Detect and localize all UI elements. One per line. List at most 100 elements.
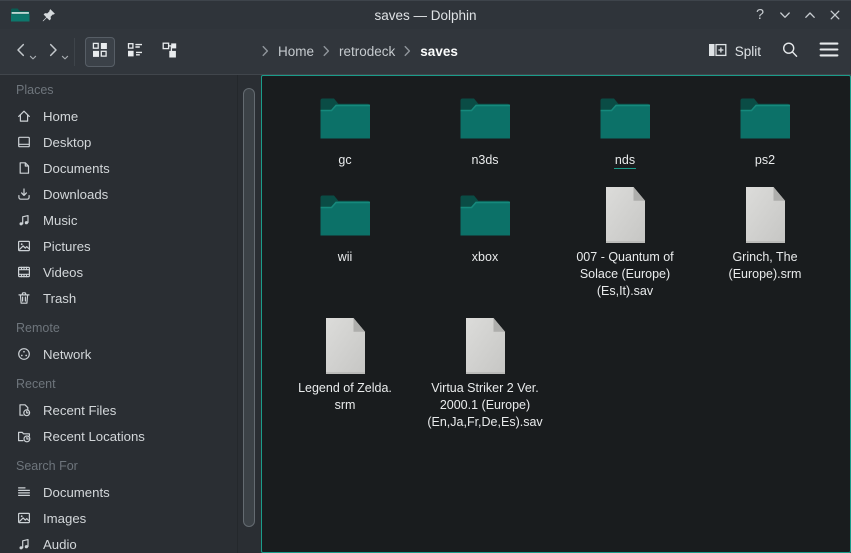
sidebar-item-pictures[interactable]: Pictures xyxy=(0,233,261,259)
item-label: wii xyxy=(338,249,353,266)
details-view-button[interactable] xyxy=(120,37,150,67)
sidebar-item-label: Home xyxy=(43,109,78,124)
sidebar-item-label: Audio xyxy=(43,537,77,552)
section-header-remote: Remote xyxy=(16,319,261,337)
sidebar-item-home[interactable]: Home xyxy=(0,103,261,129)
folder-icon xyxy=(457,88,513,148)
sidebar-item-audio[interactable]: Audio xyxy=(0,531,261,553)
sidebar-item-label: Downloads xyxy=(43,187,108,202)
toolbar-separator xyxy=(74,38,75,66)
folder-item-wii[interactable]: wii xyxy=(275,185,415,300)
maximize-button[interactable] xyxy=(802,6,818,24)
item-label: Virtua Striker 2 Ver.2000.1 (Europe)(En,… xyxy=(427,380,542,431)
folder-item-gc[interactable]: gc xyxy=(275,88,415,169)
download-icon xyxy=(16,186,32,202)
file-grid: gc n3ds nds ps2 wii xbox 007 - Quantum o… xyxy=(262,76,850,431)
file-icon xyxy=(743,185,788,245)
folder-icon xyxy=(457,185,513,245)
history-nav xyxy=(8,37,66,67)
breadcrumb-chevron-icon xyxy=(262,45,269,57)
folder-icon xyxy=(597,88,653,148)
file-item-legend-of-zelda-srm[interactable]: Legend of Zelda.srm xyxy=(275,316,415,431)
sidebar-item-desktop[interactable]: Desktop xyxy=(0,129,261,155)
sidebar-item-label: Images xyxy=(43,511,86,526)
folder-item-n3ds[interactable]: n3ds xyxy=(415,88,555,169)
sidebar-item-documents[interactable]: Documents xyxy=(0,155,261,181)
minimize-button[interactable] xyxy=(777,6,793,24)
file-item-grinch-the-europe-srm[interactable]: Grinch, The(Europe).srm xyxy=(695,185,835,300)
file-item-virtua-striker-2-ver-2000-1-europe-en-ja[interactable]: Virtua Striker 2 Ver.2000.1 (Europe)(En,… xyxy=(415,316,555,431)
split-button[interactable]: Split xyxy=(708,42,761,61)
file-icon xyxy=(603,185,648,245)
sidebar-item-label: Network xyxy=(43,347,91,362)
sidebar-item-recent-files[interactable]: Recent Files xyxy=(0,397,261,423)
titlebar[interactable]: saves — Dolphin ? xyxy=(0,1,851,29)
split-icon xyxy=(708,42,727,61)
item-label: gc xyxy=(338,152,351,169)
item-label: 007 - Quantum ofSolace (Europe)(Es,It).s… xyxy=(576,249,673,300)
tree-view-button[interactable] xyxy=(155,37,185,67)
close-button[interactable] xyxy=(827,6,843,24)
folder-icon xyxy=(317,185,373,245)
folder-view[interactable]: gc n3ds nds ps2 wii xbox 007 - Quantum o… xyxy=(261,75,851,553)
help-button[interactable]: ? xyxy=(752,6,768,24)
places-panel: Places Home Desktop Documents Downloads Music… xyxy=(0,75,261,553)
sidebar-item-label: Trash xyxy=(43,291,76,306)
sidebar-item-label: Documents xyxy=(43,161,110,176)
desktop-icon xyxy=(16,134,32,150)
dolphin-window: saves — Dolphin ? Home retrodeck saves Spl… xyxy=(0,0,851,553)
sidebar-item-label: Recent Files xyxy=(43,403,116,418)
breadcrumb-item-home[interactable]: Home xyxy=(278,44,314,59)
item-label: xbox xyxy=(472,249,498,266)
sidebar-item-downloads[interactable]: Downloads xyxy=(0,181,261,207)
sidebar-scrollbar[interactable] xyxy=(243,88,255,527)
icons-view-button[interactable] xyxy=(85,37,115,67)
sidebar-item-documents[interactable]: Documents xyxy=(0,479,261,505)
hamburger-menu-icon xyxy=(819,41,839,61)
back-button[interactable] xyxy=(8,37,34,67)
folder-item-xbox[interactable]: xbox xyxy=(415,185,555,300)
sidebar-item-network[interactable]: Network xyxy=(0,341,261,367)
folder-item-ps2[interactable]: ps2 xyxy=(695,88,835,169)
view-icons-icon xyxy=(90,40,110,63)
network-icon xyxy=(16,346,32,362)
item-label: nds xyxy=(614,152,636,169)
sidebar-item-recent-locations[interactable]: Recent Locations xyxy=(0,423,261,449)
recent-locations-icon xyxy=(16,428,32,444)
sidebar-item-trash[interactable]: Trash xyxy=(0,285,261,311)
search-button[interactable] xyxy=(780,40,800,63)
chevron-left-icon xyxy=(12,41,30,62)
sidebar-item-label: Desktop xyxy=(43,135,91,150)
caret-down-icon xyxy=(29,49,37,64)
file-item-007-quantum-of-solace-europe-es-it-sav[interactable]: 007 - Quantum ofSolace (Europe)(Es,It).s… xyxy=(555,185,695,300)
breadcrumb-item-retrodeck[interactable]: retrodeck xyxy=(339,44,395,59)
file-icon xyxy=(463,316,508,376)
breadcrumb-item-saves[interactable]: saves xyxy=(420,44,458,59)
folder-item-nds[interactable]: nds xyxy=(555,88,695,169)
home-icon xyxy=(16,108,32,124)
recent-files-icon xyxy=(16,402,32,418)
picture-icon xyxy=(16,510,32,526)
view-details-icon xyxy=(125,40,145,63)
section-header-places: Places xyxy=(16,81,261,99)
forward-button[interactable] xyxy=(40,37,66,67)
dolphin-folder-icon xyxy=(10,7,30,23)
hamburger-menu-button[interactable] xyxy=(819,41,839,61)
chevron-right-icon xyxy=(44,41,62,62)
folder-icon xyxy=(317,88,373,148)
sidebar-item-label: Documents xyxy=(43,485,110,500)
panel-separator xyxy=(237,75,238,553)
section-header-recent: Recent xyxy=(16,375,261,393)
content-area: Places Home Desktop Documents Downloads Music… xyxy=(0,75,851,553)
item-label: Grinch, The(Europe).srm xyxy=(729,249,802,283)
sidebar-item-label: Pictures xyxy=(43,239,91,254)
sidebar-item-videos[interactable]: Videos xyxy=(0,259,261,285)
pin-icon[interactable] xyxy=(40,7,56,23)
sidebar-item-label: Recent Locations xyxy=(43,429,145,444)
window-controls: ? xyxy=(752,6,843,24)
folder-icon xyxy=(737,88,793,148)
sidebar-item-music[interactable]: Music xyxy=(0,207,261,233)
sidebar-item-images[interactable]: Images xyxy=(0,505,261,531)
item-label: n3ds xyxy=(471,152,498,169)
view-tree-icon xyxy=(160,40,180,63)
